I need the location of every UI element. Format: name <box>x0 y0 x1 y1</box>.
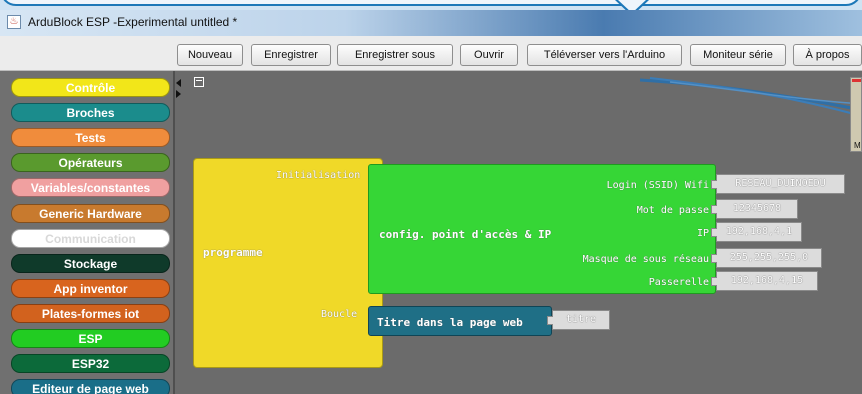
toolbar: Nouveau Enregistrer Enregistrer sous Ouv… <box>0 36 862 71</box>
expand-right-arrow-icon[interactable] <box>176 90 181 98</box>
password-value-field[interactable]: 12345678 <box>711 199 798 219</box>
config-block-label: config. point d'accès & IP <box>379 228 552 241</box>
minimize-icon[interactable] <box>194 77 204 87</box>
ssid-value-field[interactable]: RESEAU_DUINOEDU <box>711 174 845 194</box>
gateway-value: 192,168,4,15 <box>730 275 804 286</box>
gateway-value-field[interactable]: 192,168,4,15 <box>711 271 818 291</box>
ssid-value: RESEAU_DUINOEDU <box>735 178 826 189</box>
block-palette: Contrôle Broches Tests Opérateurs Variab… <box>0 71 175 394</box>
category-tests[interactable]: Tests <box>11 128 170 147</box>
category-broches[interactable]: Broches <box>11 103 170 122</box>
param-label-ip: IP <box>696 228 709 239</box>
category-generic-hardware[interactable]: Generic Hardware <box>11 204 170 223</box>
window-title: ArduBlock ESP -Experimental untitled * <box>28 15 238 29</box>
window-titlebar: ♨ ArduBlock ESP -Experimental untitled * <box>0 10 862 36</box>
title-block-label: Titre dans la page web <box>377 316 523 329</box>
param-label-password: Mot de passe <box>636 205 709 216</box>
param-label-gateway: Passerelle <box>648 277 709 288</box>
minimap-panel[interactable]: M <box>850 77 862 152</box>
category-plates-formes-iot[interactable]: Plates-formes iot <box>11 304 170 323</box>
category-editeur-page-web[interactable]: Editeur de page web <box>11 379 170 394</box>
open-button[interactable]: Ouvrir <box>460 44 518 66</box>
category-esp32[interactable]: ESP32 <box>11 354 170 373</box>
category-stockage[interactable]: Stockage <box>11 254 170 273</box>
loop-section-label: Boucle <box>321 309 358 320</box>
tooltip-callout <box>0 0 862 6</box>
title-value-field[interactable]: titre <box>547 310 610 330</box>
title-value: titre <box>565 314 597 325</box>
serial-monitor-button[interactable]: Moniteur série <box>690 44 786 66</box>
category-controle[interactable]: Contrôle <box>11 78 170 97</box>
param-label-subnet: Masque de sous réseau <box>582 254 709 265</box>
category-communication[interactable]: Communication <box>11 229 170 248</box>
ip-value: 192,168,4,1 <box>725 226 793 237</box>
category-variables-constantes[interactable]: Variables/constantes <box>11 178 170 197</box>
upload-to-arduino-button[interactable]: Téléverser vers l'Arduino <box>527 44 682 66</box>
blue-scribble-decoration <box>640 77 862 117</box>
program-block-label: programme <box>203 246 263 259</box>
param-label-ssid: Login (SSID) Wifi <box>606 180 709 191</box>
setup-section-label: Initialisation <box>276 170 361 181</box>
app-icon: ♨ <box>7 15 21 29</box>
config-access-point-block[interactable]: config. point d'accès & IP Login (SSID) … <box>368 164 716 294</box>
password-value: 12345678 <box>732 203 782 214</box>
collapse-left-arrow-icon[interactable] <box>176 79 181 87</box>
new-button[interactable]: Nouveau <box>177 44 243 66</box>
about-button[interactable]: À propos <box>793 44 862 66</box>
save-as-button[interactable]: Enregistrer sous <box>337 44 453 66</box>
web-page-title-block[interactable]: Titre dans la page web <box>368 306 552 336</box>
subnet-value-field[interactable]: 255,255,255,0 <box>711 248 822 268</box>
subnet-value: 255,255,255,0 <box>729 252 809 263</box>
category-operateurs[interactable]: Opérateurs <box>11 153 170 172</box>
ip-value-field[interactable]: 192,168,4,1 <box>711 222 802 242</box>
save-button[interactable]: Enregistrer <box>251 44 331 66</box>
program-block[interactable]: programme Initialisation Boucle <box>193 158 383 368</box>
category-esp[interactable]: ESP <box>11 329 170 348</box>
category-app-inventor[interactable]: App inventor <box>11 279 170 298</box>
